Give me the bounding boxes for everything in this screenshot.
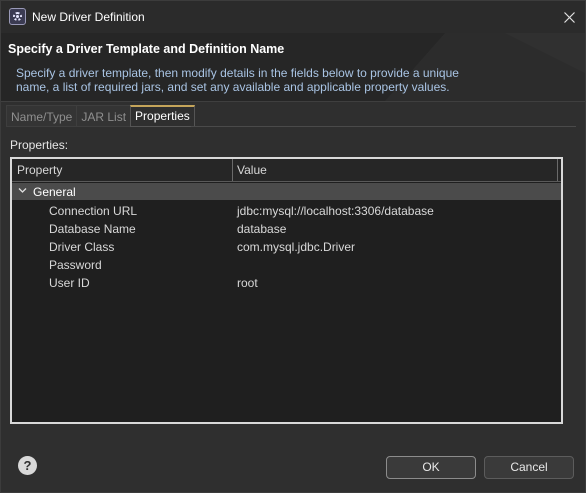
ok-button[interactable]: OK — [386, 456, 476, 479]
table-row[interactable]: Password — [12, 256, 561, 274]
close-button[interactable] — [554, 3, 584, 31]
column-header-property[interactable]: Property — [17, 163, 62, 177]
tab-jar-list[interactable]: JAR List — [76, 105, 131, 127]
chevron-down-icon[interactable] — [18, 187, 27, 194]
tab-bar: Name/Type JAR List Properties — [6, 105, 195, 127]
property-value[interactable]: com.mysql.jdbc.Driver — [237, 240, 355, 254]
eclipse-gear-icon — [9, 8, 26, 25]
banner-description: Specify a driver template, then modify d… — [16, 66, 459, 94]
column-divider[interactable] — [232, 159, 233, 181]
table-row[interactable]: Connection URL jdbc:mysql://localhost:33… — [12, 202, 561, 220]
properties-label: Properties: — [10, 138, 69, 152]
properties-table[interactable]: Property Value General Connection URL jd… — [10, 157, 563, 424]
tab-name-type[interactable]: Name/Type — [6, 105, 77, 127]
tab-underline — [191, 126, 576, 127]
property-name: Connection URL — [49, 204, 138, 218]
property-value[interactable]: jdbc:mysql://localhost:3306/database — [237, 204, 434, 218]
cancel-button[interactable]: Cancel — [484, 456, 574, 479]
property-name: Driver Class — [49, 240, 115, 254]
banner-title: Specify a Driver Template and Definition… — [8, 42, 285, 56]
table-row[interactable]: User ID root — [12, 274, 561, 292]
table-row[interactable]: Driver Class com.mysql.jdbc.Driver — [12, 238, 561, 256]
column-divider-end — [557, 159, 558, 181]
header-banner: Specify a Driver Template and Definition… — [1, 33, 585, 101]
close-icon — [564, 12, 575, 23]
property-name: Password — [49, 258, 102, 272]
property-value[interactable]: root — [237, 276, 258, 290]
dialog-window: New Driver Definition Specify a Driver T… — [0, 0, 586, 493]
banner-separator — [1, 101, 585, 102]
group-label: General — [33, 185, 76, 199]
property-value[interactable]: database — [237, 222, 286, 236]
table-header: Property Value — [12, 159, 561, 182]
title-bar[interactable]: New Driver Definition — [1, 1, 585, 33]
group-row-general[interactable]: General — [12, 183, 561, 200]
tab-properties[interactable]: Properties — [130, 105, 195, 127]
column-header-value[interactable]: Value — [237, 163, 267, 177]
property-name: User ID — [49, 276, 90, 290]
table-row[interactable]: Database Name database — [12, 220, 561, 238]
window-title: New Driver Definition — [32, 10, 145, 24]
property-name: Database Name — [49, 222, 136, 236]
help-button[interactable]: ? — [18, 456, 37, 475]
